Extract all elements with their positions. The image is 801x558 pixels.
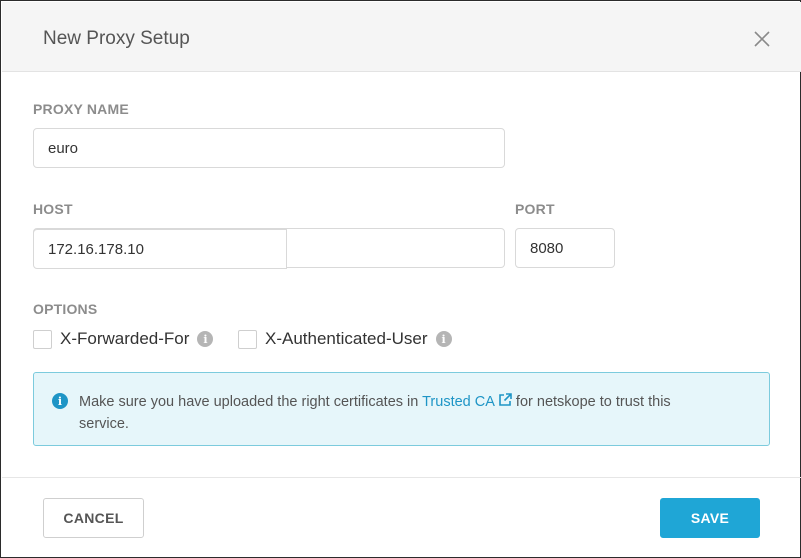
x-authenticated-user-label: X-Authenticated-User <box>265 329 428 348</box>
notice-text: Make sure you have uploaded the right ce… <box>79 392 719 435</box>
new-proxy-dialog: New Proxy Setup PROXY NAME HOST PORT OPT… <box>0 0 801 558</box>
dialog-title: New Proxy Setup <box>43 28 190 49</box>
close-icon[interactable] <box>753 30 771 48</box>
save-button[interactable]: SAVE <box>660 498 760 538</box>
option-x-forwarded-for: X-Forwarded-For i <box>33 328 214 350</box>
cancel-button[interactable]: CANCEL <box>43 498 144 538</box>
x-forwarded-for-checkbox[interactable] <box>33 329 52 349</box>
external-link-icon[interactable] <box>498 393 512 414</box>
trusted-ca-link[interactable]: Trusted CA <box>422 394 495 410</box>
info-icon[interactable]: i <box>197 331 214 347</box>
port-input[interactable] <box>515 228 615 268</box>
info-icon: i <box>52 393 68 409</box>
host-label: HOST <box>33 201 73 217</box>
info-icon[interactable]: i <box>435 331 452 347</box>
host-field <box>33 228 505 269</box>
x-authenticated-user-checkbox[interactable] <box>238 329 257 349</box>
option-x-authenticated-user: X-Authenticated-User i <box>238 328 452 350</box>
x-forwarded-for-label: X-Forwarded-For <box>60 329 190 348</box>
proxy-name-input[interactable] <box>33 128 505 168</box>
host-input[interactable] <box>33 229 287 269</box>
certificate-notice: i Make sure you have uploaded the right … <box>33 372 770 446</box>
notice-text-before: Make sure you have uploaded the right ce… <box>79 394 423 410</box>
port-label: PORT <box>515 201 555 217</box>
proxy-name-label: PROXY NAME <box>33 101 129 117</box>
footer-divider <box>2 477 801 478</box>
dialog-header: New Proxy Setup <box>2 2 801 72</box>
options-label: OPTIONS <box>33 301 98 317</box>
